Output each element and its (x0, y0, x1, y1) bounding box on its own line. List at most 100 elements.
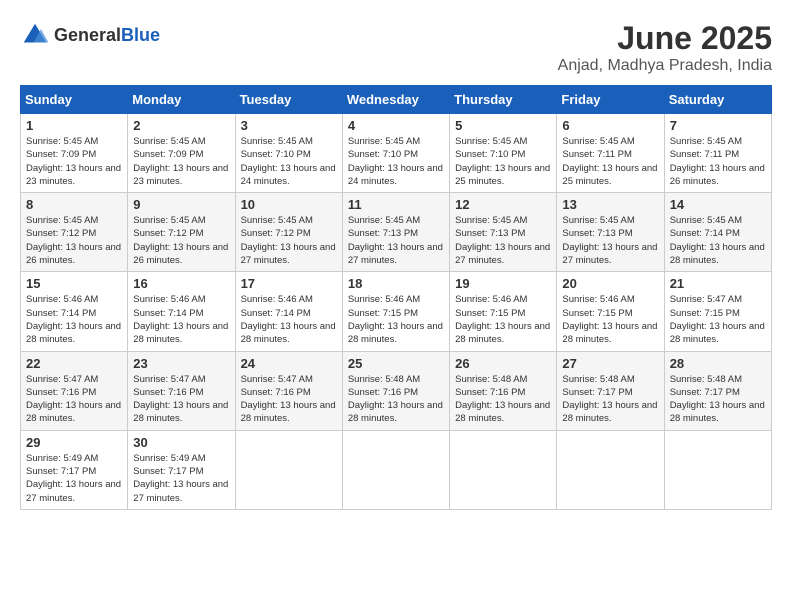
calendar-week-row: 29 Sunrise: 5:49 AM Sunset: 7:17 PM Dayl… (21, 430, 772, 509)
day-info: Sunrise: 5:46 AM Sunset: 7:14 PM Dayligh… (133, 293, 229, 346)
day-number: 11 (348, 197, 444, 212)
day-cell-15: 15 Sunrise: 5:46 AM Sunset: 7:14 PM Dayl… (21, 272, 128, 351)
col-thursday: Thursday (450, 86, 557, 114)
calendar-header-row: Sunday Monday Tuesday Wednesday Thursday… (21, 86, 772, 114)
day-cell-16: 16 Sunrise: 5:46 AM Sunset: 7:14 PM Dayl… (128, 272, 235, 351)
day-number: 6 (562, 118, 658, 133)
logo-icon (20, 20, 50, 50)
day-number: 24 (241, 356, 337, 371)
day-cell-20: 20 Sunrise: 5:46 AM Sunset: 7:15 PM Dayl… (557, 272, 664, 351)
day-number: 9 (133, 197, 229, 212)
day-info: Sunrise: 5:48 AM Sunset: 7:17 PM Dayligh… (562, 373, 658, 426)
day-cell-3: 3 Sunrise: 5:45 AM Sunset: 7:10 PM Dayli… (235, 114, 342, 193)
col-saturday: Saturday (664, 86, 771, 114)
day-info: Sunrise: 5:46 AM Sunset: 7:14 PM Dayligh… (26, 293, 122, 346)
day-cell-23: 23 Sunrise: 5:47 AM Sunset: 7:16 PM Dayl… (128, 351, 235, 430)
day-cell-26: 26 Sunrise: 5:48 AM Sunset: 7:16 PM Dayl… (450, 351, 557, 430)
day-cell-2: 2 Sunrise: 5:45 AM Sunset: 7:09 PM Dayli… (128, 114, 235, 193)
day-info: Sunrise: 5:47 AM Sunset: 7:16 PM Dayligh… (26, 373, 122, 426)
day-info: Sunrise: 5:49 AM Sunset: 7:17 PM Dayligh… (133, 452, 229, 505)
day-number: 18 (348, 276, 444, 291)
day-cell-5: 5 Sunrise: 5:45 AM Sunset: 7:10 PM Dayli… (450, 114, 557, 193)
calendar-title: June 2025 (558, 20, 772, 57)
day-number: 14 (670, 197, 766, 212)
empty-cell (450, 430, 557, 509)
day-number: 25 (348, 356, 444, 371)
day-cell-18: 18 Sunrise: 5:46 AM Sunset: 7:15 PM Dayl… (342, 272, 449, 351)
empty-cell (235, 430, 342, 509)
day-info: Sunrise: 5:47 AM Sunset: 7:15 PM Dayligh… (670, 293, 766, 346)
col-monday: Monday (128, 86, 235, 114)
day-cell-19: 19 Sunrise: 5:46 AM Sunset: 7:15 PM Dayl… (450, 272, 557, 351)
day-number: 3 (241, 118, 337, 133)
day-number: 15 (26, 276, 122, 291)
day-info: Sunrise: 5:45 AM Sunset: 7:12 PM Dayligh… (26, 214, 122, 267)
day-number: 22 (26, 356, 122, 371)
day-number: 16 (133, 276, 229, 291)
calendar-subtitle: Anjad, Madhya Pradesh, India (558, 57, 772, 75)
calendar-week-row: 8 Sunrise: 5:45 AM Sunset: 7:12 PM Dayli… (21, 193, 772, 272)
day-number: 12 (455, 197, 551, 212)
day-number: 28 (670, 356, 766, 371)
day-cell-12: 12 Sunrise: 5:45 AM Sunset: 7:13 PM Dayl… (450, 193, 557, 272)
day-info: Sunrise: 5:45 AM Sunset: 7:13 PM Dayligh… (562, 214, 658, 267)
day-cell-21: 21 Sunrise: 5:47 AM Sunset: 7:15 PM Dayl… (664, 272, 771, 351)
day-number: 2 (133, 118, 229, 133)
day-number: 5 (455, 118, 551, 133)
day-number: 4 (348, 118, 444, 133)
day-cell-14: 14 Sunrise: 5:45 AM Sunset: 7:14 PM Dayl… (664, 193, 771, 272)
day-info: Sunrise: 5:45 AM Sunset: 7:12 PM Dayligh… (133, 214, 229, 267)
day-cell-7: 7 Sunrise: 5:45 AM Sunset: 7:11 PM Dayli… (664, 114, 771, 193)
day-number: 17 (241, 276, 337, 291)
day-info: Sunrise: 5:45 AM Sunset: 7:12 PM Dayligh… (241, 214, 337, 267)
col-friday: Friday (557, 86, 664, 114)
day-cell-10: 10 Sunrise: 5:45 AM Sunset: 7:12 PM Dayl… (235, 193, 342, 272)
day-number: 21 (670, 276, 766, 291)
day-cell-28: 28 Sunrise: 5:48 AM Sunset: 7:17 PM Dayl… (664, 351, 771, 430)
day-number: 30 (133, 435, 229, 450)
empty-cell (664, 430, 771, 509)
day-number: 26 (455, 356, 551, 371)
day-info: Sunrise: 5:47 AM Sunset: 7:16 PM Dayligh… (241, 373, 337, 426)
col-sunday: Sunday (21, 86, 128, 114)
empty-cell (557, 430, 664, 509)
day-info: Sunrise: 5:45 AM Sunset: 7:09 PM Dayligh… (133, 135, 229, 188)
day-info: Sunrise: 5:45 AM Sunset: 7:11 PM Dayligh… (562, 135, 658, 188)
day-info: Sunrise: 5:45 AM Sunset: 7:13 PM Dayligh… (348, 214, 444, 267)
logo: GeneralBlue (20, 20, 160, 50)
day-number: 13 (562, 197, 658, 212)
day-info: Sunrise: 5:48 AM Sunset: 7:16 PM Dayligh… (348, 373, 444, 426)
day-cell-8: 8 Sunrise: 5:45 AM Sunset: 7:12 PM Dayli… (21, 193, 128, 272)
col-tuesday: Tuesday (235, 86, 342, 114)
day-info: Sunrise: 5:45 AM Sunset: 7:09 PM Dayligh… (26, 135, 122, 188)
day-info: Sunrise: 5:46 AM Sunset: 7:15 PM Dayligh… (562, 293, 658, 346)
day-info: Sunrise: 5:48 AM Sunset: 7:16 PM Dayligh… (455, 373, 551, 426)
day-cell-4: 4 Sunrise: 5:45 AM Sunset: 7:10 PM Dayli… (342, 114, 449, 193)
day-number: 20 (562, 276, 658, 291)
day-info: Sunrise: 5:47 AM Sunset: 7:16 PM Dayligh… (133, 373, 229, 426)
day-info: Sunrise: 5:45 AM Sunset: 7:13 PM Dayligh… (455, 214, 551, 267)
calendar-week-row: 15 Sunrise: 5:46 AM Sunset: 7:14 PM Dayl… (21, 272, 772, 351)
day-cell-27: 27 Sunrise: 5:48 AM Sunset: 7:17 PM Dayl… (557, 351, 664, 430)
day-info: Sunrise: 5:49 AM Sunset: 7:17 PM Dayligh… (26, 452, 122, 505)
day-number: 23 (133, 356, 229, 371)
day-info: Sunrise: 5:45 AM Sunset: 7:10 PM Dayligh… (348, 135, 444, 188)
day-number: 10 (241, 197, 337, 212)
title-section: June 2025 Anjad, Madhya Pradesh, India (558, 20, 772, 75)
empty-cell (342, 430, 449, 509)
day-cell-25: 25 Sunrise: 5:48 AM Sunset: 7:16 PM Dayl… (342, 351, 449, 430)
day-cell-1: 1 Sunrise: 5:45 AM Sunset: 7:09 PM Dayli… (21, 114, 128, 193)
day-cell-29: 29 Sunrise: 5:49 AM Sunset: 7:17 PM Dayl… (21, 430, 128, 509)
day-cell-24: 24 Sunrise: 5:47 AM Sunset: 7:16 PM Dayl… (235, 351, 342, 430)
day-info: Sunrise: 5:45 AM Sunset: 7:10 PM Dayligh… (241, 135, 337, 188)
day-cell-6: 6 Sunrise: 5:45 AM Sunset: 7:11 PM Dayli… (557, 114, 664, 193)
logo-general: General (54, 25, 121, 45)
day-number: 19 (455, 276, 551, 291)
day-number: 27 (562, 356, 658, 371)
day-cell-30: 30 Sunrise: 5:49 AM Sunset: 7:17 PM Dayl… (128, 430, 235, 509)
day-number: 29 (26, 435, 122, 450)
page-header: GeneralBlue June 2025 Anjad, Madhya Prad… (20, 20, 772, 75)
calendar-week-row: 1 Sunrise: 5:45 AM Sunset: 7:09 PM Dayli… (21, 114, 772, 193)
day-info: Sunrise: 5:45 AM Sunset: 7:10 PM Dayligh… (455, 135, 551, 188)
day-cell-11: 11 Sunrise: 5:45 AM Sunset: 7:13 PM Dayl… (342, 193, 449, 272)
